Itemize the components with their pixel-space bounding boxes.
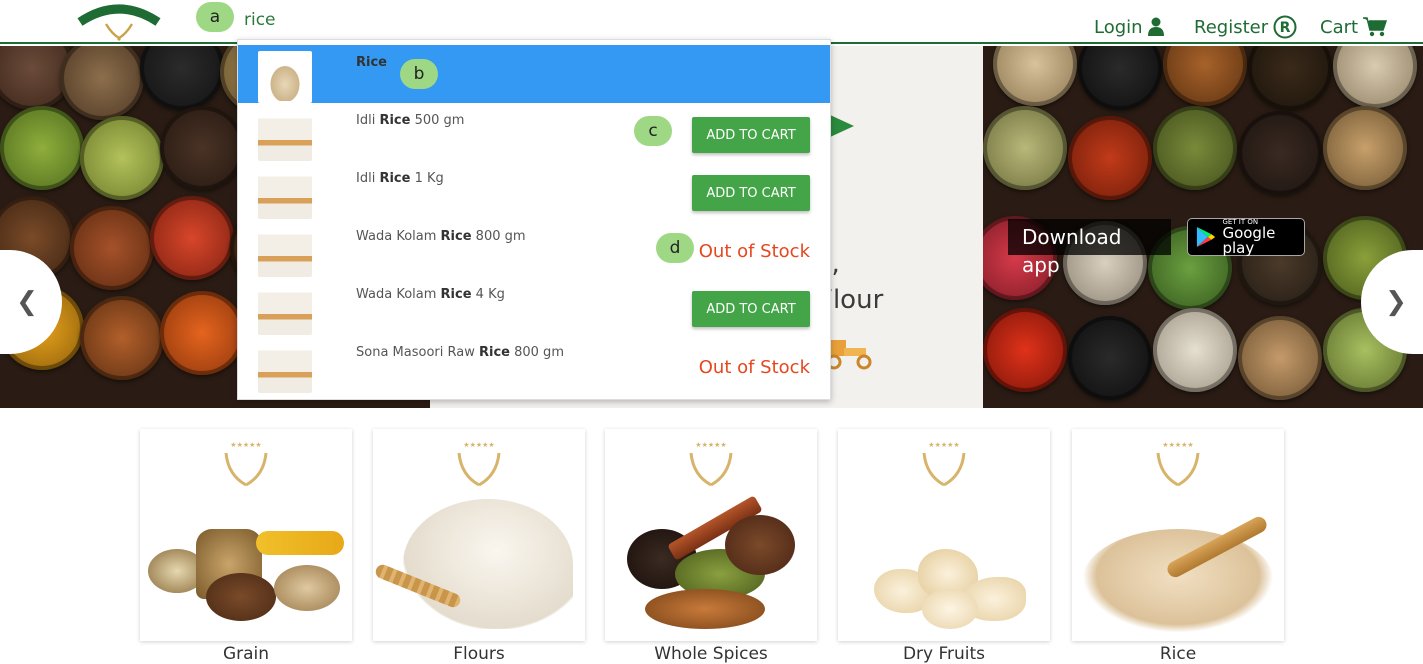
chevron-left-icon: ❮: [16, 287, 38, 317]
wheat-emblem-icon: ★★★★★: [689, 441, 733, 487]
page: s, Flour: [0, 0, 1423, 664]
category-label-grain[interactable]: Grain: [140, 644, 352, 664]
annotation-marker-b: b: [400, 59, 438, 89]
login-link[interactable]: Login: [1094, 14, 1164, 40]
suggestion-name: Idli Rice 1 Kg: [356, 171, 444, 186]
cart-label: Cart: [1320, 16, 1359, 38]
suggestion-name: Idli Rice 500 gm: [356, 113, 465, 128]
google-play-icon: [1197, 226, 1216, 248]
category-label-rice[interactable]: Rice: [1072, 644, 1284, 664]
category-card-flours[interactable]: ★★★★★: [373, 429, 585, 641]
suggestion-name: Wada Kolam Rice 4 Kg: [356, 287, 505, 302]
download-app-label: Download app: [1008, 219, 1172, 277]
cart-link[interactable]: Cart: [1320, 14, 1388, 40]
category-card-dry-fruits[interactable]: ★★★★★: [838, 429, 1050, 641]
svg-text:★★★★★: ★★★★★: [1162, 441, 1193, 449]
register-label: Register: [1194, 16, 1269, 38]
suggestion-item[interactable]: Sona Masoori Raw Rice 800 gm Out of Stoc…: [238, 335, 830, 393]
download-app-badge[interactable]: Download app GET IT ON Google play: [1008, 218, 1305, 277]
chevron-right-icon: ❯: [1385, 287, 1407, 317]
category-label-dry-fruits[interactable]: Dry Fruits: [838, 644, 1050, 664]
google-play-button[interactable]: GET IT ON Google play: [1187, 218, 1305, 256]
svg-text:★★★★★: ★★★★★: [230, 441, 261, 449]
product-thumbnail: [258, 167, 312, 219]
add-to-cart-button[interactable]: ADD TO CART: [692, 117, 810, 153]
product-thumbnail: [258, 225, 312, 277]
suggestion-item[interactable]: Idli Rice 1 Kg ADD TO CART: [238, 161, 830, 219]
product-thumbnail: [258, 109, 312, 161]
suggestion-item[interactable]: Wada Kolam Rice 800 gm Out of Stock: [238, 219, 830, 277]
category-label-whole-spices[interactable]: Whole Spices: [605, 644, 817, 664]
annotation-marker-a: a: [196, 2, 234, 32]
category-card-rice[interactable]: ★★★★★: [1072, 429, 1284, 641]
suggestion-name: Wada Kolam Rice 800 gm: [356, 229, 526, 244]
wheat-emblem-icon: ★★★★★: [1156, 441, 1200, 487]
banner-leaf-icon: [828, 114, 854, 138]
wheat-emblem-icon: ★★★★★: [922, 441, 966, 487]
registered-icon: R: [1273, 15, 1297, 39]
product-thumbnail: [258, 341, 312, 393]
play-badge-big-text: Google play: [1222, 223, 1276, 257]
annotation-marker-c: c: [634, 116, 672, 146]
suggestion-name: Sona Masoori Raw Rice 800 gm: [356, 345, 564, 360]
suggestion-name: Rice: [356, 55, 387, 70]
wheat-emblem-icon: ★★★★★: [457, 441, 501, 487]
product-thumbnail: [258, 283, 312, 335]
category-label-flours[interactable]: Flours: [373, 644, 585, 664]
product-thumbnail: [258, 51, 312, 103]
login-label: Login: [1094, 16, 1143, 38]
register-link[interactable]: Register R: [1194, 14, 1297, 40]
search-suggestions-dropdown: Rice Idli Rice 500 gm ADD TO CART Idli R…: [237, 39, 831, 400]
wheat-emblem-icon: ★★★★★: [224, 441, 268, 487]
out-of-stock-label: Out of Stock: [698, 241, 810, 262]
out-of-stock-label: Out of Stock: [698, 357, 810, 378]
user-icon: [1147, 17, 1164, 36]
suggestion-item[interactable]: Idli Rice 500 gm ADD TO CART: [238, 103, 830, 161]
cart-icon: [1363, 17, 1388, 37]
suggestion-item[interactable]: Rice: [238, 45, 830, 103]
sterling-select-logo[interactable]: [76, 2, 162, 42]
add-to-cart-button[interactable]: ADD TO CART: [692, 175, 810, 211]
svg-text:★★★★★: ★★★★★: [463, 441, 494, 449]
search-input[interactable]: [244, 6, 564, 34]
add-to-cart-button[interactable]: ADD TO CART: [692, 291, 810, 327]
category-card-grain[interactable]: ★★★★★: [140, 429, 352, 641]
suggestion-item[interactable]: Wada Kolam Rice 4 Kg ADD TO CART: [238, 277, 830, 335]
svg-text:★★★★★: ★★★★★: [695, 441, 726, 449]
annotation-marker-d: d: [656, 233, 694, 263]
svg-text:R: R: [1280, 20, 1291, 36]
svg-text:★★★★★: ★★★★★: [928, 441, 959, 449]
category-card-whole-spices[interactable]: ★★★★★: [605, 429, 817, 641]
